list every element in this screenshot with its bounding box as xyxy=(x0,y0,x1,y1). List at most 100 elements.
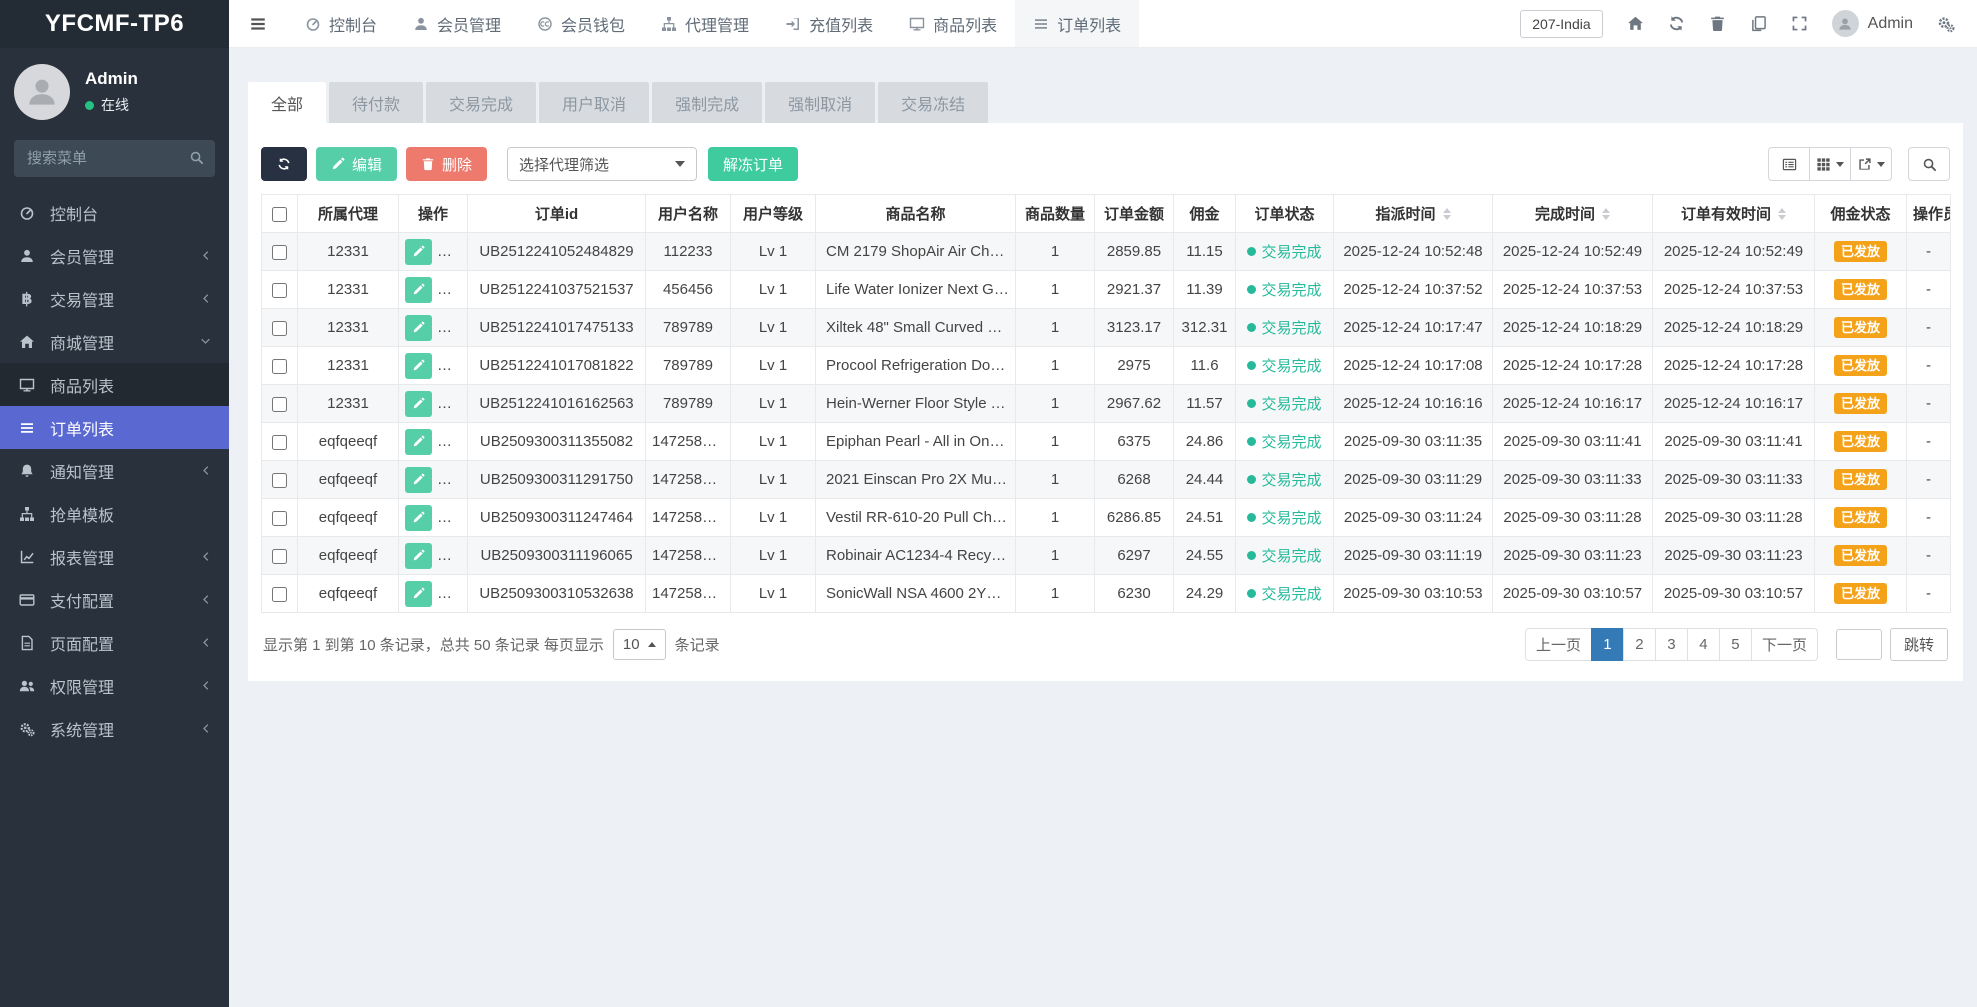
row-edit-button[interactable] xyxy=(405,467,432,493)
row-checkbox[interactable] xyxy=(272,549,287,564)
order-status: 交易完成 xyxy=(1247,545,1321,566)
cell-commission-status: 已发放 xyxy=(1815,347,1907,385)
row-checkbox[interactable] xyxy=(272,435,287,450)
row-checkbox[interactable] xyxy=(272,397,287,412)
tab-trade-frozen[interactable]: 交易冻结 xyxy=(878,82,988,123)
sidebar-item-mall-mgmt[interactable]: 商城管理 xyxy=(0,320,229,363)
page-5-button[interactable]: 5 xyxy=(1719,628,1752,661)
cell-user-name: 456456 xyxy=(646,271,731,309)
page-3-button[interactable]: 3 xyxy=(1655,628,1688,661)
sort-carets-icon xyxy=(1602,208,1610,220)
sidebar-item-permission-mgmt[interactable]: 权限管理 xyxy=(0,664,229,707)
fullscreen-button[interactable] xyxy=(1791,15,1808,32)
copy-button[interactable] xyxy=(1750,15,1767,32)
cell-user-level: Lv 1 xyxy=(731,271,816,309)
search-toggle-button[interactable] xyxy=(1908,147,1950,181)
topnav-recharge[interactable]: 充值列表 xyxy=(767,0,891,47)
cell-actions xyxy=(399,347,468,385)
topnav-wallet[interactable]: 会员钱包 xyxy=(519,0,643,47)
pencil-icon xyxy=(331,157,345,171)
row-checkbox[interactable] xyxy=(272,359,287,374)
pencil-icon xyxy=(412,473,425,486)
export-button[interactable] xyxy=(1850,147,1892,181)
row-checkbox[interactable] xyxy=(272,245,287,260)
sidebar-item-label: 商城管理 xyxy=(50,330,114,354)
col-assign-time[interactable]: 指派时间 xyxy=(1334,195,1493,233)
tab-force-complete[interactable]: 强制完成 xyxy=(652,82,762,123)
sidebar-item-dashboard[interactable]: 控制台 xyxy=(0,191,229,234)
topnav-product-list[interactable]: 商品列表 xyxy=(891,0,1015,47)
pencil-icon xyxy=(412,511,425,524)
topnav-agent[interactable]: 代理管理 xyxy=(643,0,767,47)
tab-all[interactable]: 全部 xyxy=(248,82,326,123)
row-edit-button[interactable] xyxy=(405,239,432,265)
topnav-order-list[interactable]: 订单列表 xyxy=(1015,0,1139,47)
row-edit-button[interactable] xyxy=(405,505,432,531)
cell-product: Procool Refrigeration Double... xyxy=(816,347,1016,385)
sidebar-item-payment-config[interactable]: 支付配置 xyxy=(0,578,229,621)
sidebar-item-member-mgmt[interactable]: 会员管理 xyxy=(0,234,229,277)
col-finish-time[interactable]: 完成时间 xyxy=(1493,195,1653,233)
sidebar-item-product-list[interactable]: 商品列表 xyxy=(0,363,229,406)
row-edit-button[interactable] xyxy=(405,581,432,607)
detail-view-button[interactable] xyxy=(1768,147,1810,181)
columns-button[interactable] xyxy=(1809,147,1851,181)
sidebar-item-order-list[interactable]: 订单列表 xyxy=(0,406,229,449)
cell-checkbox xyxy=(262,423,298,461)
sidebar-item-trade-mgmt[interactable]: ฿交易管理 xyxy=(0,277,229,320)
topbar-user[interactable]: Admin xyxy=(1832,10,1913,37)
row-edit-button[interactable] xyxy=(405,353,432,379)
edit-button[interactable]: 编辑 xyxy=(316,147,397,181)
sidebar-item-notice-mgmt[interactable]: 通知管理 xyxy=(0,449,229,492)
angle-left-icon xyxy=(199,464,212,477)
next-page-button[interactable]: 下一页 xyxy=(1751,628,1818,661)
sidebar-item-report-mgmt[interactable]: 报表管理 xyxy=(0,535,229,578)
tab-trade-complete[interactable]: 交易完成 xyxy=(426,82,536,123)
row-checkbox[interactable] xyxy=(272,321,287,336)
column-label: 佣金 xyxy=(1189,203,1219,224)
row-edit-button[interactable] xyxy=(405,429,432,455)
page-jump-input[interactable] xyxy=(1836,629,1882,660)
topnav-dashboard[interactable]: 控制台 xyxy=(287,0,395,47)
sidebar-item-page-config[interactable]: 页面配置 xyxy=(0,621,229,664)
page-2-button[interactable]: 2 xyxy=(1623,628,1656,661)
sidebar-item-system-mgmt[interactable]: 系统管理 xyxy=(0,707,229,750)
row-checkbox[interactable] xyxy=(272,587,287,602)
page-1-button[interactable]: 1 xyxy=(1591,628,1624,661)
prev-page-button[interactable]: 上一页 xyxy=(1525,628,1592,661)
page-jump-button[interactable]: 跳转 xyxy=(1890,628,1948,661)
cell-commission-status: 已发放 xyxy=(1815,461,1907,499)
tab-force-cancel[interactable]: 强制取消 xyxy=(765,82,875,123)
row-checkbox[interactable] xyxy=(272,473,287,488)
cell-status: 交易完成 xyxy=(1236,271,1334,309)
refresh-button[interactable] xyxy=(261,147,307,181)
row-edit-button[interactable] xyxy=(405,315,432,341)
col-valid-time[interactable]: 订单有效时间 xyxy=(1653,195,1815,233)
agent-filter-select[interactable]: 选择代理筛选 xyxy=(507,147,697,181)
table-view-button-group xyxy=(1768,147,1892,181)
trash-button[interactable] xyxy=(1709,15,1726,32)
row-checkbox[interactable] xyxy=(272,511,287,526)
tab-pending-payment[interactable]: 待付款 xyxy=(329,82,423,123)
row-edit-button[interactable] xyxy=(405,277,432,303)
cell-user-name: 147258369 xyxy=(646,499,731,537)
cell-amount: 2921.37 xyxy=(1095,271,1174,309)
online-status-label: 在线 xyxy=(101,95,129,115)
sidebar-toggle-button[interactable] xyxy=(229,0,287,47)
page-4-button[interactable]: 4 xyxy=(1687,628,1720,661)
unfreeze-order-button[interactable]: 解冻订单 xyxy=(708,147,798,181)
home-button[interactable] xyxy=(1627,15,1644,32)
cogs-icon[interactable] xyxy=(1937,15,1955,33)
sidebar-item-grab-template[interactable]: 抢单模板 xyxy=(0,492,229,535)
topnav-member[interactable]: 会员管理 xyxy=(395,0,519,47)
row-checkbox[interactable] xyxy=(272,283,287,298)
table-row: eqfqeeqfUB2509300311196065147258369Lv 1R… xyxy=(262,537,1951,575)
delete-button[interactable]: 删除 xyxy=(406,147,487,181)
refresh-button[interactable] xyxy=(1668,15,1685,32)
select-all-checkbox[interactable] xyxy=(272,207,287,222)
page-size-select[interactable]: 10 xyxy=(613,629,666,660)
tab-user-cancel[interactable]: 用户取消 xyxy=(539,82,649,123)
row-edit-button[interactable] xyxy=(405,391,432,417)
sidebar-search-input[interactable] xyxy=(14,140,215,177)
row-edit-button[interactable] xyxy=(405,543,432,569)
